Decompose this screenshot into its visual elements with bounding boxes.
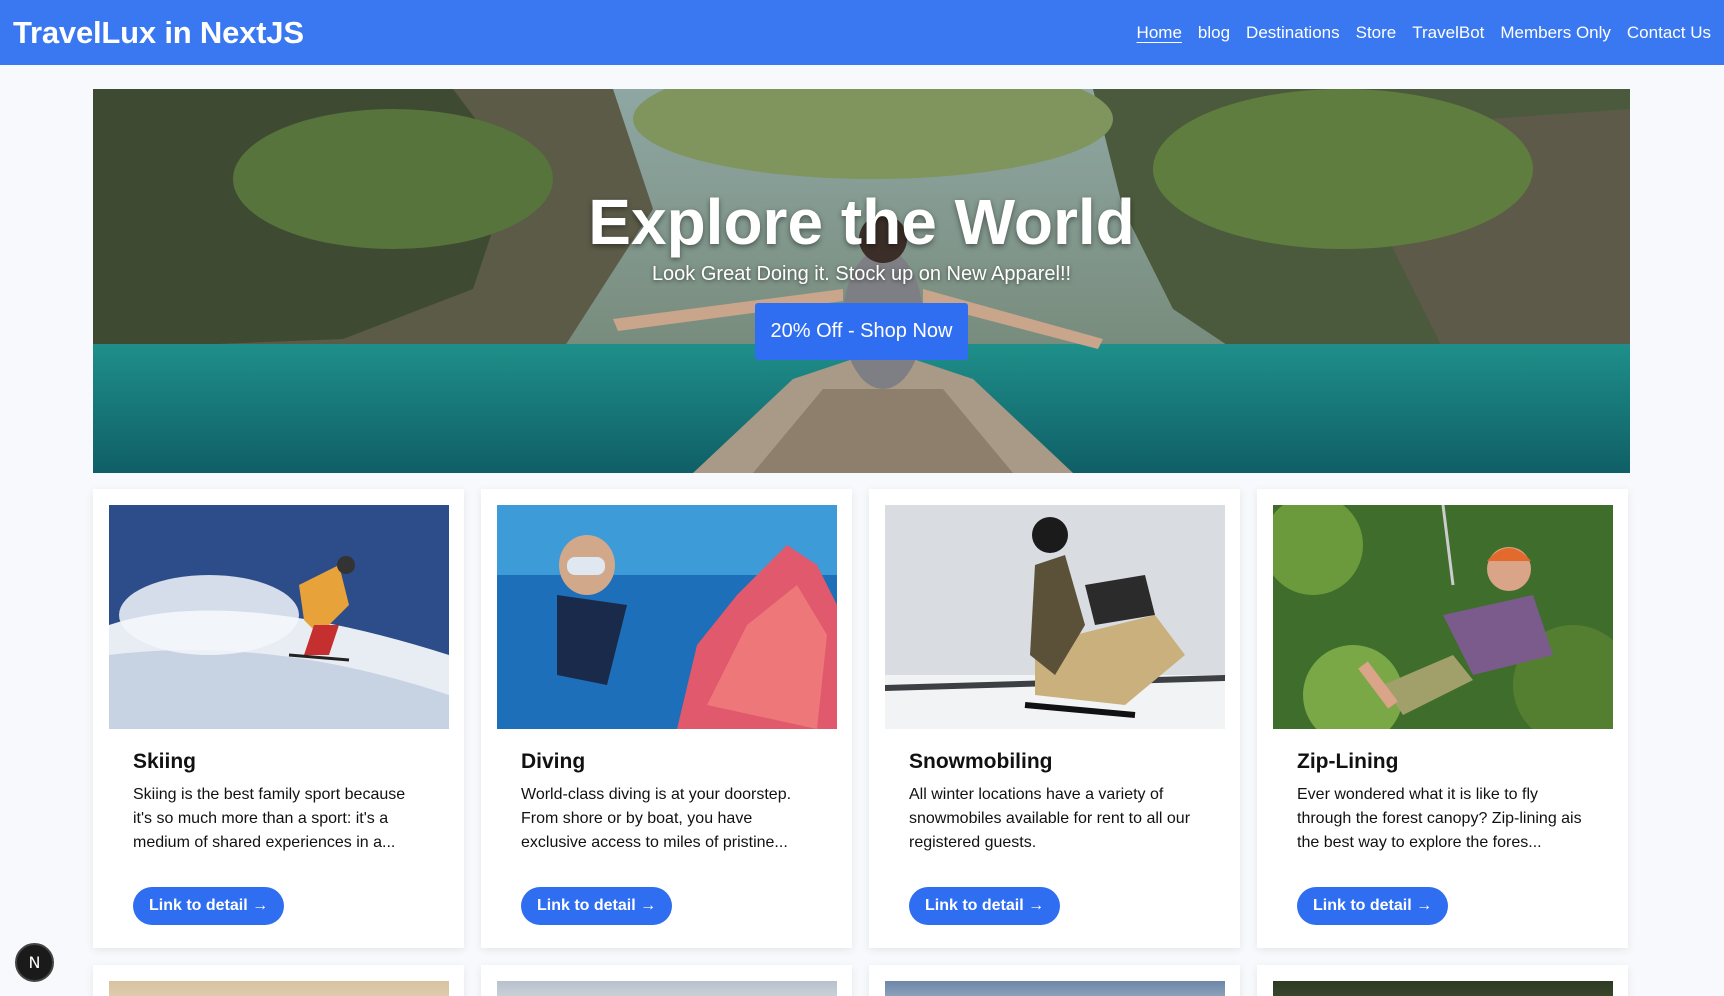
card-description: World-class diving is at your doorstep. … [521, 786, 792, 851]
card-description: Skiing is the best family sport because … [133, 786, 406, 851]
card-partial-image [497, 981, 837, 996]
zip-lining-image [1273, 505, 1613, 729]
link-to-detail-button[interactable]: Link to detail → [133, 887, 285, 925]
card-description: All winter locations have a variety of s… [909, 786, 1191, 851]
activity-cards: Skiing Skiing is the best family sport b… [93, 489, 1630, 948]
card-skiing: Skiing Skiing is the best family sport b… [93, 489, 464, 948]
card-zip-lining: Zip-Lining Ever wondered what it is like… [1257, 489, 1628, 948]
card-partial-image [109, 981, 449, 996]
nav-link-blog[interactable]: blog [1198, 23, 1230, 43]
nav-link-store[interactable]: Store [1356, 23, 1397, 43]
link-to-detail-button[interactable]: Link to detail → [1297, 887, 1449, 925]
snowmobiling-image [885, 505, 1225, 729]
card-title: Zip-Lining [1297, 750, 1399, 773]
hero-title: Explore the World [588, 186, 1135, 258]
card-partial [1257, 965, 1628, 996]
skiing-image [109, 505, 449, 729]
card-snowmobiling: Snowmobiling All winter locations have a… [869, 489, 1240, 948]
card-title: Skiing [133, 750, 197, 773]
card-description: Ever wondered what it is like to fly thr… [1297, 786, 1582, 851]
second-row-cards [93, 965, 1630, 996]
hero-subtitle: Look Great Doing it. Stock up on New App… [651, 263, 1072, 285]
shop-now-button[interactable]: 20% Off - Shop Now [754, 303, 969, 360]
link-to-detail-button[interactable]: Link to detail → [909, 887, 1061, 925]
nextjs-dev-badge[interactable]: N [15, 943, 54, 982]
site-brand[interactable]: TravelLux in NextJS [13, 15, 304, 51]
card-title: Diving [521, 750, 586, 773]
nav-link-travelbot[interactable]: TravelBot [1412, 23, 1484, 43]
top-navbar: TravelLux in NextJS Home blog Destinatio… [0, 0, 1724, 65]
nav-link-home[interactable]: Home [1137, 23, 1182, 43]
diving-image [497, 505, 837, 729]
nav-link-destinations[interactable]: Destinations [1246, 23, 1340, 43]
hero-content: Explore the World Look Great Doing it. S… [93, 187, 1630, 360]
card-partial [869, 965, 1240, 996]
card-partial-image [1273, 981, 1613, 996]
hero-banner: Explore the World Look Great Doing it. S… [93, 89, 1630, 473]
link-to-detail-button[interactable]: Link to detail → [521, 887, 673, 925]
nav-links: Home blog Destinations Store TravelBot M… [1121, 23, 1711, 43]
nav-link-members-only[interactable]: Members Only [1500, 23, 1611, 43]
card-partial [481, 965, 852, 996]
nav-link-contact-us[interactable]: Contact Us [1627, 23, 1711, 43]
card-title: Snowmobiling [909, 750, 1053, 773]
card-diving: Diving World-class diving is at your doo… [481, 489, 852, 948]
card-partial [93, 965, 464, 996]
card-partial-image [885, 981, 1225, 996]
